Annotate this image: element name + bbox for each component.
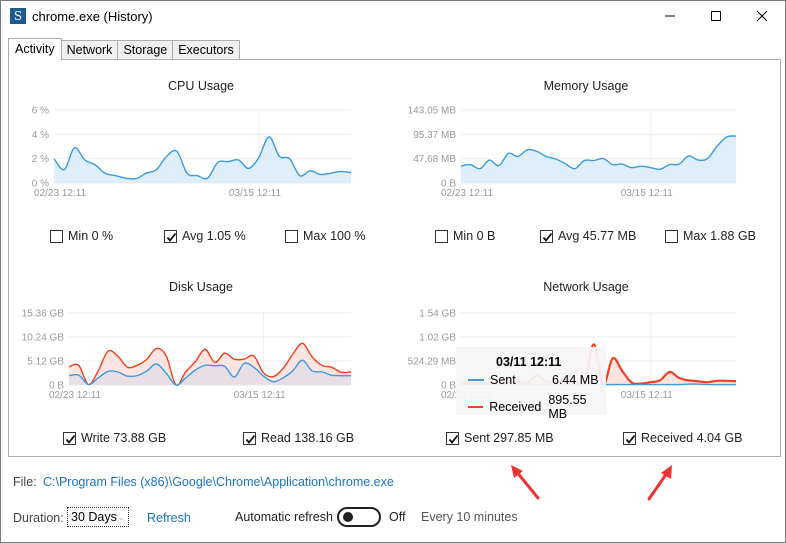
refresh-link[interactable]: Refresh: [147, 511, 191, 525]
y-tick-label: 4 %: [32, 130, 49, 141]
minimize-button[interactable]: [647, 1, 693, 31]
close-icon: [756, 10, 768, 22]
tab-network[interactable]: Network: [60, 40, 119, 60]
automatic-refresh-label: Automatic refresh: [235, 510, 333, 524]
network-chart-tooltip: 03/11 12:11 Sent 6.44 MB Received 895.55…: [456, 347, 606, 421]
memory-chart-title: Memory Usage: [543, 79, 629, 93]
network-received-label: Received 4.04 GB: [641, 431, 743, 445]
tooltip-row-sent: Sent 6.44 MB: [468, 373, 599, 387]
y-tick-label: 1.54 GB: [419, 309, 456, 320]
annotation-arrow-received-icon: [647, 465, 672, 501]
cpu-min-checkbox[interactable]: Min 0 %: [50, 229, 113, 243]
x-tick-label: 03/15 12:11: [621, 390, 674, 401]
checkbox-unchecked-icon: [50, 229, 63, 243]
y-tick-label: 143.05 MB: [408, 106, 457, 117]
y-tick-label: 15.36 GB: [22, 309, 65, 320]
network-sent-label: Sent 297.85 MB: [464, 431, 554, 445]
y-tick-label: 95.37 MB: [413, 130, 456, 141]
checkmark-icon: [446, 431, 459, 445]
disk-write-label: Write 73.88 GB: [81, 431, 167, 445]
cpu-usage-chart: 0 %2 %4 %6 %02/23 12:11 03/15 12:11: [32, 106, 352, 199]
checkmark-icon: [623, 431, 636, 445]
received-legend-swatch: [468, 406, 484, 408]
x-tick-label: 02/23 12:11: [34, 188, 87, 199]
tooltip-series-name: Sent: [490, 373, 516, 387]
y-tick-label: 524.29 MB: [408, 357, 457, 368]
memory-max-label: Max 1.88 GB: [683, 229, 756, 243]
network-received-checkbox[interactable]: Received 4.04 GB: [623, 431, 742, 445]
disk-write-checkbox[interactable]: Write 73.88 GB: [63, 431, 166, 445]
checkbox-unchecked-icon: [285, 229, 298, 243]
memory-avg-label: Avg 45.77 MB: [558, 229, 637, 243]
disk-usage-chart: 0 B5.12 GB10.24 GB15.36 GB02/23 12:11 03/…: [22, 309, 352, 401]
network-chart-title: Network Usage: [543, 280, 629, 294]
close-button[interactable]: [739, 1, 785, 31]
tab-executors[interactable]: Executors: [172, 40, 240, 60]
cpu-chart-title: CPU Usage: [168, 79, 234, 93]
checkmark-icon: [63, 431, 76, 445]
checkmark-icon: [243, 431, 256, 445]
disk-read-checkbox[interactable]: Read 138.16 GB: [243, 431, 354, 445]
disk-chart-title: Disk Usage: [169, 280, 233, 294]
series-area-cpu: [54, 136, 351, 183]
tab-storage[interactable]: Storage: [117, 40, 174, 60]
chevron-down-icon: ⌄: [117, 512, 125, 522]
cpu-max-label: Max 100 %: [303, 229, 366, 243]
memory-avg-checkbox[interactable]: Avg 45.77 MB: [540, 229, 636, 243]
annotation-arrow-sent-icon: [511, 465, 540, 500]
file-path-link[interactable]: C:\Program Files (x86)\Google\Chrome\App…: [43, 475, 394, 489]
y-tick-label: 6 %: [32, 106, 49, 117]
duration-label: Duration:: [13, 511, 64, 525]
checkbox-unchecked-icon: [665, 229, 678, 243]
memory-min-label: Min 0 B: [453, 229, 496, 243]
y-tick-label: 5.12 GB: [27, 357, 64, 368]
x-tick-label: 03/15 12:11: [229, 188, 282, 199]
duration-value: 30 Days: [71, 510, 117, 524]
automatic-refresh-interval: Every 10 minutes: [421, 510, 518, 524]
checkmark-icon: [164, 229, 177, 243]
tab-bar: Activity Network Storage Executors: [8, 38, 240, 60]
checkbox-unchecked-icon: [435, 229, 448, 243]
app-logo-icon: S: [10, 8, 26, 24]
x-tick-label: 03/15 12:11: [621, 188, 674, 199]
disk-read-label: Read 138.16 GB: [261, 431, 355, 445]
toggle-knob: [343, 512, 353, 522]
sent-legend-swatch: [468, 379, 484, 381]
window-title: chrome.exe (History): [32, 9, 153, 24]
tooltip-series-value: 895.55 MB: [548, 393, 587, 421]
file-label: File:: [13, 475, 37, 489]
tooltip-series-value: 6.44 MB: [552, 373, 599, 387]
tooltip-series-name: Received: [489, 400, 542, 414]
tooltip-timestamp: 03/11 12:11: [496, 355, 562, 369]
y-tick-label: 10.24 GB: [22, 333, 65, 344]
cpu-min-label: Min 0 %: [68, 229, 114, 243]
automatic-refresh-toggle[interactable]: [337, 507, 381, 527]
network-sent-checkbox[interactable]: Sent 297.85 MB: [446, 431, 554, 445]
cpu-avg-checkbox[interactable]: Avg 1.05 %: [164, 229, 246, 243]
memory-min-checkbox[interactable]: Min 0 B: [435, 229, 495, 243]
title-bar: S chrome.exe (History): [1, 1, 785, 33]
checkmark-icon: [540, 229, 553, 243]
y-tick-label: 47.68 MB: [413, 154, 456, 165]
maximize-button[interactable]: [693, 1, 739, 31]
tab-activity[interactable]: Activity: [8, 38, 62, 60]
y-tick-label: 2 %: [32, 154, 49, 165]
x-tick-label: 03/15 12:11: [234, 390, 287, 401]
x-tick-label: 02/23 12:11: [441, 188, 494, 199]
y-tick-label: 1.02 GB: [419, 333, 456, 344]
history-window: S chrome.exe (History) Activity Network …: [0, 0, 786, 543]
x-tick-label: 02/23 12:11: [49, 390, 102, 401]
memory-usage-chart: 0 B47.68 MB95.37 MB143.05 MB02/23 12:11 0…: [408, 106, 737, 199]
cpu-avg-label: Avg 1.05 %: [182, 229, 246, 243]
cpu-max-checkbox[interactable]: Max 100 %: [285, 229, 366, 243]
duration-select[interactable]: 30 Days ⌄: [67, 507, 129, 527]
automatic-refresh-state: Off: [389, 510, 406, 524]
memory-max-checkbox[interactable]: Max 1.88 GB: [665, 229, 756, 243]
minimize-icon: [665, 15, 675, 17]
tooltip-row-received: Received 895.55 MB: [468, 393, 606, 421]
maximize-icon: [711, 11, 721, 21]
